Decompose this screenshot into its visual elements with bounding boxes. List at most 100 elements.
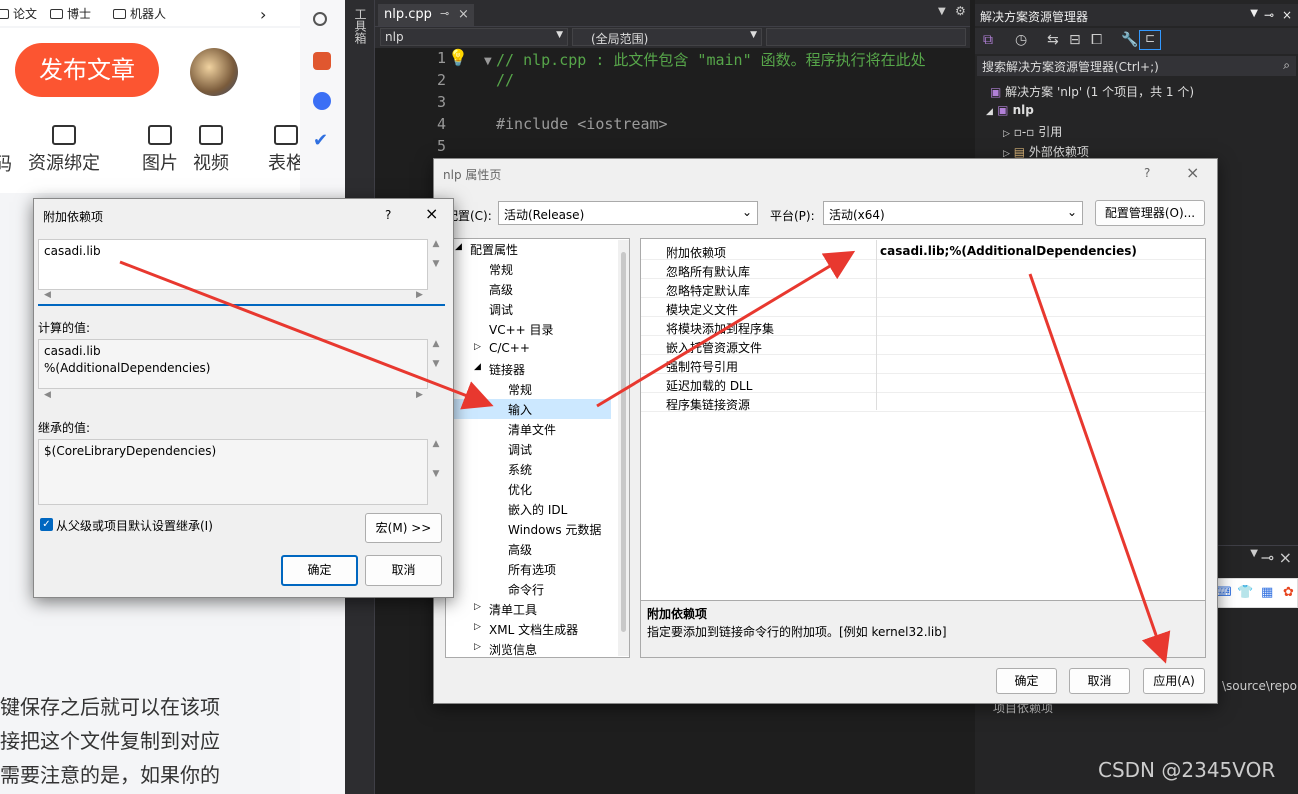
tree-item[interactable]: 常规	[489, 261, 513, 278]
close-icon[interactable]: ×	[1279, 548, 1292, 567]
toolbox-icon[interactable]	[313, 52, 331, 70]
history-icon[interactable]: ◷	[1015, 32, 1027, 48]
scroll-right-icon[interactable]: ▶	[416, 390, 423, 400]
cancel-button[interactable]: 取消	[365, 555, 442, 586]
tab-nlp-cpp[interactable]: nlp.cpp ⊸ ×	[378, 4, 474, 26]
grid-row[interactable]: 嵌入托管资源文件	[641, 336, 1205, 355]
tree-item[interactable]: Windows 元数据	[508, 521, 601, 538]
tree-item[interactable]: XML 文档生成器	[489, 621, 578, 638]
bookmark-papers[interactable]: 论文	[0, 5, 37, 22]
toolbox-grid-icon[interactable]: ▦	[1261, 585, 1273, 600]
cancel-button[interactable]: 取消	[1069, 668, 1130, 694]
tree-item[interactable]: 高级	[508, 541, 532, 558]
toolbar-item-code[interactable]: 码	[0, 150, 12, 176]
tree-item[interactable]: 系统	[508, 461, 532, 478]
toolbar-item-table[interactable]: 表格	[268, 125, 304, 175]
grid-row[interactable]: 附加依赖项 casadi.lib;%(AdditionalDependencies…	[641, 241, 1205, 260]
pin-icon[interactable]: ⊸	[1264, 8, 1274, 22]
inherit-checkbox[interactable]: ✓	[40, 518, 53, 531]
scroll-right-icon[interactable]: ▶	[416, 290, 423, 300]
collapsed-icon[interactable]: ▷	[474, 342, 481, 352]
dropdown-arrow-icon[interactable]: ▼	[1250, 8, 1258, 19]
tree-references[interactable]: ▷ ▫-▫ 引用	[1003, 123, 1062, 140]
inherit-checkbox-label[interactable]: 从父级或项目默认设置继承(I)	[56, 517, 213, 534]
properties-icon[interactable]: 🔧	[1121, 32, 1138, 48]
skin-icon[interactable]: 👕	[1237, 585, 1253, 600]
tree-item[interactable]: 链接器	[489, 361, 525, 378]
tree-item[interactable]: 常规	[508, 381, 532, 398]
dropdown-arrow-icon[interactable]: ▼	[1250, 548, 1258, 559]
tree-item[interactable]: 嵌入的 IDL	[508, 501, 567, 518]
tree-item[interactable]: 高级	[489, 281, 513, 298]
scope-dropdown[interactable]: (全局范围) ▼	[572, 28, 762, 46]
grid-row[interactable]: 模块定义文件	[641, 298, 1205, 317]
input-vscroll[interactable]: ▲ ▼	[429, 239, 443, 290]
tree-item[interactable]: 所有选项	[508, 561, 556, 578]
scroll-left-icon[interactable]: ◀	[44, 390, 51, 400]
help-button[interactable]: ?	[1144, 166, 1150, 180]
grid-row[interactable]: 强制符号引用	[641, 355, 1205, 374]
collapsed-icon[interactable]: ▷	[474, 602, 481, 612]
tree-scrollbar[interactable]	[618, 240, 629, 656]
help-button[interactable]: ?	[385, 208, 391, 222]
tree-item[interactable]: 调试	[508, 441, 532, 458]
scroll-thumb[interactable]	[621, 252, 626, 632]
publish-article-button[interactable]: 发布文章	[15, 43, 159, 97]
tree-solution[interactable]: ▣ 解决方案 'nlp' (1 个项目，共 1 个)	[990, 83, 1194, 100]
bookmark-phd[interactable]: 博士	[50, 5, 91, 22]
tree-item[interactable]: VC++ 目录	[489, 321, 554, 338]
tree-item[interactable]: 优化	[508, 481, 532, 498]
grid-row[interactable]: 将模块添加到程序集	[641, 317, 1205, 336]
project-dropdown[interactable]: nlp ▼	[380, 28, 568, 46]
property-value[interactable]: casadi.lib;%(AdditionalDependencies)	[880, 244, 1137, 258]
avatar[interactable]	[190, 48, 238, 96]
apply-button[interactable]: 应用(A)	[1143, 668, 1205, 694]
collapsed-icon[interactable]: ▷	[474, 642, 481, 652]
toolbar-item-image[interactable]: 图片	[142, 125, 178, 175]
expanded-icon[interactable]: ◢	[474, 362, 481, 372]
computed-vscroll[interactable]: ▲ ▼	[429, 339, 443, 389]
pin-icon[interactable]: ⊸	[440, 7, 449, 20]
tree-item[interactable]: 命令行	[508, 581, 544, 598]
grid-row[interactable]: 忽略特定默认库	[641, 279, 1205, 298]
lightbulb-icon[interactable]: 💡	[448, 48, 470, 70]
collapsed-icon[interactable]: ▷	[474, 622, 481, 632]
chevron-right-icon[interactable]: ›	[260, 5, 266, 24]
show-all-icon[interactable]: ⧠	[1091, 32, 1102, 48]
macro-button[interactable]: 宏(M) >>	[365, 513, 442, 543]
settings-icon[interactable]: ⚙	[955, 4, 966, 18]
platform-select[interactable]: 活动(x64) ⌄	[823, 201, 1083, 225]
collapse-icon[interactable]: ▼	[484, 56, 492, 67]
tree-project[interactable]: ◢ ▣ nlp	[986, 103, 1034, 117]
pin-icon[interactable]: ⊸	[1261, 548, 1274, 567]
dependencies-input[interactable]: casadi.lib	[38, 239, 428, 290]
grid-row[interactable]: 延迟加载的 DLL	[641, 374, 1205, 393]
toolbar-item-video[interactable]: 视频	[193, 125, 229, 175]
close-icon[interactable]: ×	[1186, 163, 1199, 182]
tree-item[interactable]: 清单工具	[489, 601, 537, 618]
input-hscroll[interactable]: ◀ ▶	[38, 290, 443, 302]
search-icon[interactable]	[313, 12, 327, 26]
grid-row[interactable]: 程序集链接资源	[641, 393, 1205, 412]
computed-hscroll[interactable]: ◀ ▶	[38, 390, 443, 402]
tree-item[interactable]: 清单文件	[508, 421, 556, 438]
more-icon[interactable]: ✿	[1283, 585, 1294, 600]
copilot-icon[interactable]	[313, 92, 331, 110]
scroll-left-icon[interactable]: ◀	[44, 290, 51, 300]
inherited-vscroll[interactable]: ▲ ▼	[429, 439, 443, 505]
preview-icon[interactable]: ⊏	[1139, 30, 1161, 50]
switch-view-icon[interactable]: ⧉	[983, 32, 993, 48]
toolbox-label[interactable]: 工具箱	[352, 8, 369, 44]
ok-button[interactable]: 确定	[281, 555, 358, 586]
config-manager-button[interactable]: 配置管理器(O)...	[1095, 200, 1205, 226]
toolbar-item-resource[interactable]: 资源绑定	[28, 125, 100, 175]
tree-item[interactable]: 配置属性	[470, 241, 518, 258]
grid-row[interactable]: 忽略所有默认库	[641, 260, 1205, 279]
close-icon[interactable]: ×	[1282, 8, 1292, 22]
tree-item[interactable]: 调试	[489, 301, 513, 318]
tree-item[interactable]: C/C++	[489, 341, 530, 355]
solution-search-input[interactable]: 搜索解决方案资源管理器(Ctrl+;) ⌕	[977, 56, 1296, 76]
expanded-icon[interactable]: ◢	[455, 242, 462, 252]
sync-icon[interactable]: ⇆	[1047, 32, 1059, 48]
collapse-all-icon[interactable]: ⊟	[1069, 32, 1081, 48]
